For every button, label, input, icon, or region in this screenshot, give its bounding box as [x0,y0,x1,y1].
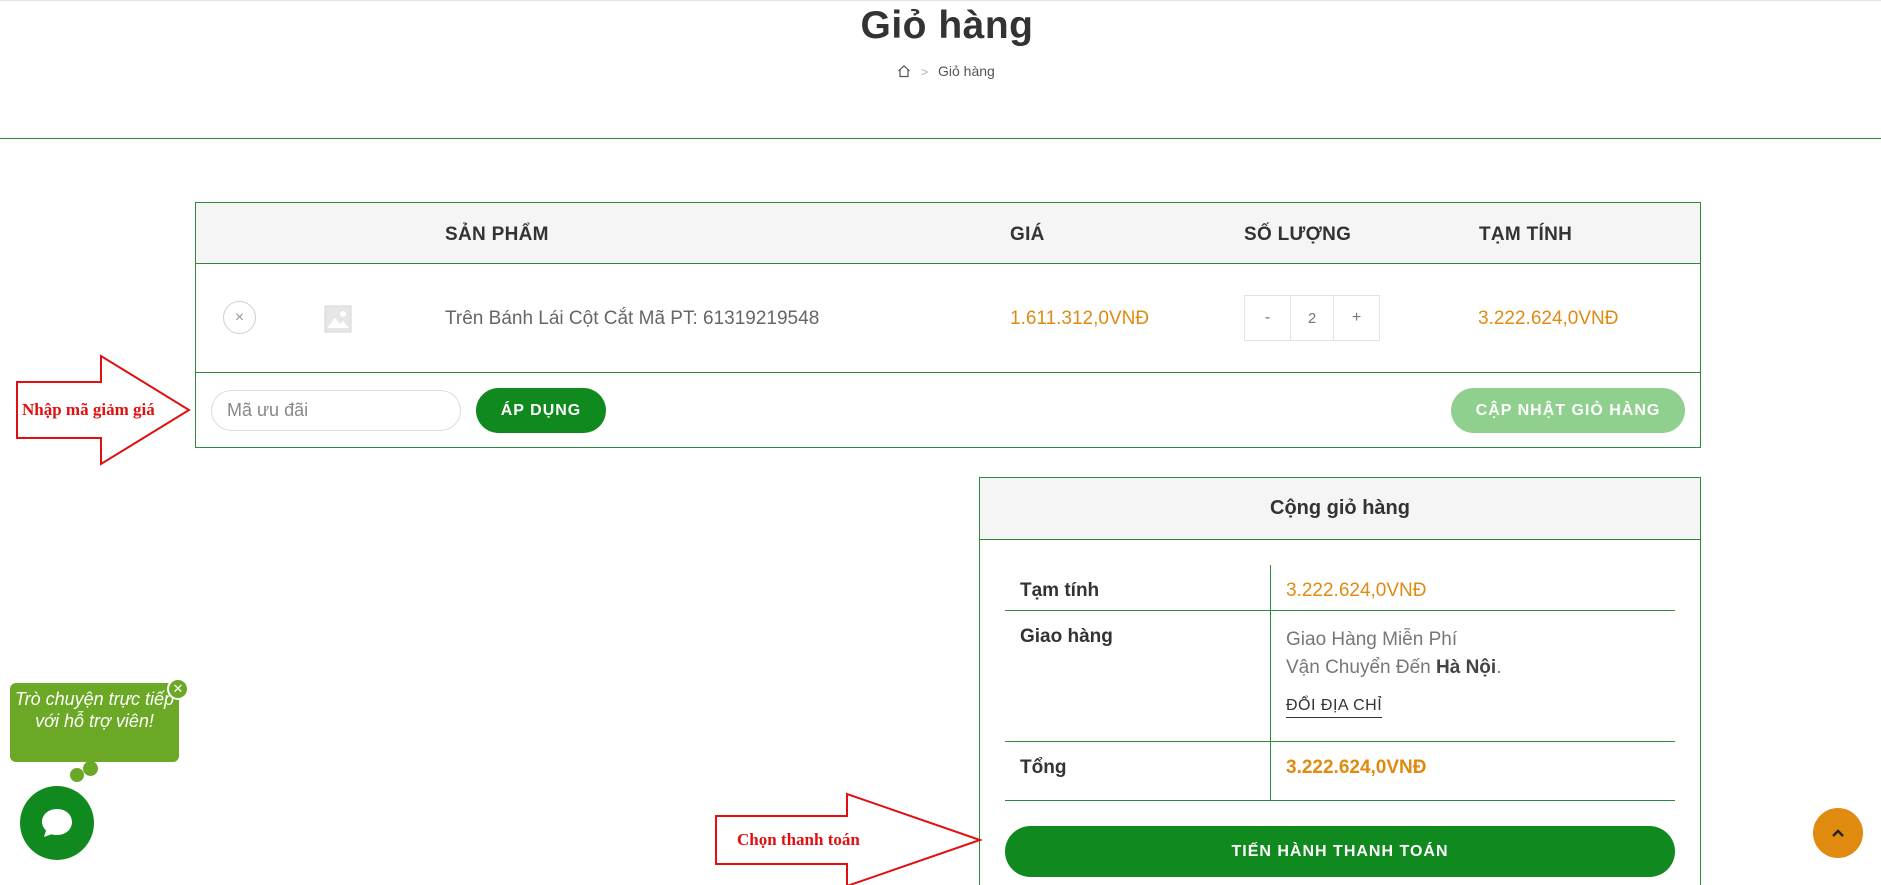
cart-totals: Cộng giỏ hàng Tạm tính 3.222.624,0VNĐ Gi… [979,477,1701,885]
column-quantity: SỐ LƯỢNG [1244,224,1352,245]
chevron-up-icon [1832,829,1844,837]
chat-prompt-bubble[interactable]: Trò chuyện trực tiếp với hỗ trợ viên! [10,683,179,762]
total-label: Tổng [1020,757,1067,778]
cart-item-row: × Trên Bánh Lái Cột Cắt Mã PT: 613192195… [196,264,1700,373]
close-icon: ✕ [172,681,184,696]
update-cart-button[interactable]: CẬP NHẬT GIỎ HÀNG [1451,388,1685,433]
shipping-line1: Giao Hàng Miễn Phí [1286,629,1458,650]
subtotal-value: 3.222.624,0VNĐ [1286,580,1427,601]
coupon-input[interactable]: Mã ưu đãi [211,390,461,431]
breadcrumb: > Giỏ hàng [0,63,1881,81]
annotation-checkout-label: Chọn thanh toán [737,830,860,849]
item-subtotal: 3.222.624,0VNĐ [1478,308,1619,329]
item-price: 1.611.312,0VNĐ [1010,308,1150,329]
subtotal-label: Tạm tính [1020,580,1100,601]
close-icon: × [234,308,245,326]
chat-launcher-button[interactable] [20,786,94,860]
cart-totals-heading: Cộng giỏ hàng [980,478,1700,540]
chat-icon [42,809,72,837]
back-to-top-button[interactable] [1813,808,1863,858]
home-icon[interactable] [897,64,911,81]
remove-item-button[interactable]: × [223,301,256,334]
checkout-button[interactable]: TIẾN HÀNH THANH TOÁN [1005,826,1675,877]
quantity-input[interactable]: 2 [1290,296,1334,340]
column-price: GIÁ [1010,224,1045,245]
totals-row-total: Tổng 3.222.624,0VNĐ [1005,742,1675,801]
cart-table: SẢN PHẨM GIÁ SỐ LƯỢNG TẠM TÍNH × Trên Bá… [195,202,1701,448]
chat-close-button[interactable]: ✕ [167,678,189,700]
chat-bubble-tail [83,761,98,776]
column-subtotal: TẠM TÍNH [1479,224,1573,245]
breadcrumb-current: Giỏ hàng [937,63,995,79]
quantity-decrease-button[interactable]: - [1245,296,1290,340]
shipping-city: Hà Nội [1436,657,1497,678]
chat-bubble-tail-small [70,768,84,782]
totals-row-shipping: Giao hàng Giao Hàng Miễn Phí Vận Chuyển … [1005,611,1675,742]
product-name-link[interactable]: Trên Bánh Lái Cột Cắt Mã PT: 61319219548 [445,308,819,330]
quantity-stepper: - 2 + [1244,295,1380,341]
shipping-label: Giao hàng [1020,626,1113,647]
total-value: 3.222.624,0VNĐ [1286,757,1427,778]
top-border [0,0,1881,1]
page-title: Giỏ hàng [860,4,1034,47]
image-placeholder-icon[interactable] [324,305,352,333]
annotation-coupon-label: Nhập mã giảm giá [22,400,155,419]
header-divider [0,138,1881,139]
change-address-link[interactable]: ĐỔI ĐỊA CHỈ [1286,697,1383,718]
apply-coupon-button[interactable]: ÁP DỤNG [476,388,606,433]
totals-row-subtotal: Tạm tính 3.222.624,0VNĐ [1005,565,1675,611]
shipping-destination: Vận Chuyển Đến Hà Nội. [1286,657,1502,678]
quantity-increase-button[interactable]: + [1334,296,1379,340]
column-product: SẢN PHẨM [445,224,549,245]
cart-table-header: SẢN PHẨM GIÁ SỐ LƯỢNG TẠM TÍNH [196,203,1700,264]
shipping-method: Giao Hàng Miễn Phí Vận Chuyển Đến Hà Nội… [1286,626,1501,682]
breadcrumb-separator: > [921,65,929,79]
